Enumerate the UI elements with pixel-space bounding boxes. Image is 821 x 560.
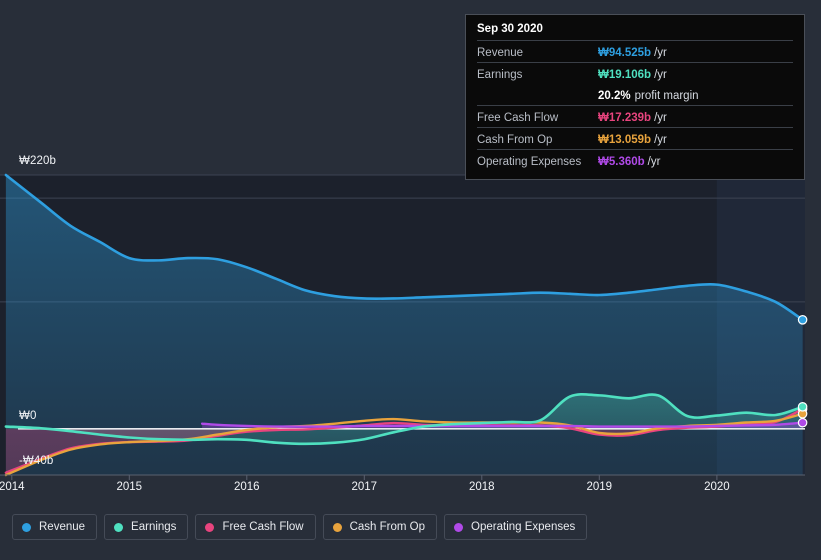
x-axis-label-2014: 2014 bbox=[0, 481, 25, 493]
legend-item-label: Cash From Op bbox=[349, 521, 426, 533]
tooltip-row-label: Cash From Op bbox=[477, 134, 553, 146]
tooltip-row-value-group: ₩5.360b/yr bbox=[598, 152, 660, 170]
legend-item-label: Revenue bbox=[39, 521, 86, 533]
tooltip-row-label: Free Cash Flow bbox=[477, 112, 559, 124]
tooltip-row-unit: /yr bbox=[654, 134, 667, 146]
x-axis-label-2017: 2017 bbox=[351, 481, 378, 493]
tooltip-row-free-cash-flow: Free Cash Flow ₩17.239b/yr bbox=[477, 105, 793, 127]
tooltip-row-revenue: Revenue ₩94.525b/yr bbox=[477, 40, 793, 62]
x-axis-label-2019: 2019 bbox=[586, 481, 613, 493]
legend-color-dot-icon bbox=[332, 522, 342, 532]
tooltip-row-value: 20.2% bbox=[598, 90, 631, 102]
tooltip-row-value-group: 20.2% profit margin bbox=[598, 86, 699, 104]
legend-color-dot-icon bbox=[205, 522, 215, 532]
legend-item-revenue[interactable]: Revenue bbox=[12, 514, 98, 540]
tooltip-row-value-group: ₩13.059b/yr bbox=[598, 130, 667, 148]
tooltip-row-value-group: ₩17.239b/yr bbox=[598, 108, 667, 126]
tooltip-row-value-group: ₩94.525b/yr bbox=[598, 43, 667, 61]
tooltip-row-unit: /yr bbox=[654, 112, 667, 124]
tooltip-row-unit: /yr bbox=[647, 156, 661, 168]
legend-item-free-cash-flow[interactable]: Free Cash Flow bbox=[195, 514, 316, 540]
tooltip-row-cash-from-op: Cash From Op ₩13.059b/yr bbox=[477, 127, 793, 149]
legend-color-dot-icon bbox=[22, 522, 31, 532]
tooltip-row-label: Revenue bbox=[477, 47, 524, 59]
y-axis-label-max: ₩220b bbox=[19, 155, 56, 167]
tooltip-row-label: Operating Expenses bbox=[477, 156, 582, 168]
x-axis-label-2018: 2018 bbox=[469, 481, 495, 493]
tooltip-row-label: Earnings bbox=[477, 69, 523, 81]
tooltip-row-unit: /yr bbox=[654, 47, 667, 59]
legend-item-label: Free Cash Flow bbox=[222, 521, 304, 533]
tooltip-row-unit: profit margin bbox=[634, 90, 699, 102]
tooltip-row-operating-expenses: Operating Expenses ₩5.360b/yr bbox=[477, 149, 793, 171]
stock-financials-chart-widget: ₩220b ₩0 -₩40b 2014 2015 2016 2017 2018 2019 2… bbox=[0, 0, 821, 560]
tooltip-row-value-group: ₩19.106b/yr bbox=[598, 65, 667, 83]
legend-color-dot-icon bbox=[114, 522, 124, 532]
x-axis-label-2020: 2020 bbox=[704, 481, 730, 493]
y-axis-label-zero: ₩0 bbox=[19, 410, 37, 422]
tooltip-row-profit-margin: 20.2% profit margin bbox=[477, 84, 793, 105]
tooltip-row-value: ₩13.059b bbox=[598, 134, 652, 146]
legend-color-dot-icon bbox=[454, 522, 464, 532]
x-axis-label-2016: 2016 bbox=[234, 481, 260, 493]
tooltip-row-value: ₩17.239b bbox=[598, 112, 652, 124]
tooltip-row-value: ₩19.106b bbox=[598, 69, 652, 81]
tooltip-row-value: ₩5.360b bbox=[598, 156, 645, 168]
chart-legend[interactable]: Revenue Earnings Free Cash Flow Cash From O… bbox=[12, 514, 588, 540]
tooltip-row-unit: /yr bbox=[654, 69, 667, 81]
legend-item-label: Operating Expenses bbox=[471, 521, 576, 533]
tooltip-row-value: ₩94.525b bbox=[598, 47, 652, 59]
legend-item-cash-from-op[interactable]: Cash From Op bbox=[322, 514, 438, 540]
legend-item-label: Earnings bbox=[131, 521, 177, 533]
tooltip-rows: Revenue ₩94.525b/yr Earnings ₩19.106b/yr 20.… bbox=[477, 40, 793, 171]
legend-item-operating-expenses[interactable]: Operating Expenses bbox=[444, 514, 588, 540]
tooltip-row-earnings: Earnings ₩19.106b/yr bbox=[477, 62, 793, 84]
data-tooltip: Sep 30 2020 Revenue ₩94.525b/yr Earnings ₩1… bbox=[465, 14, 805, 180]
y-axis-label-min: -₩40b bbox=[19, 455, 54, 467]
legend-item-earnings[interactable]: Earnings bbox=[104, 514, 189, 540]
x-axis-label-2015: 2015 bbox=[116, 481, 143, 493]
tooltip-date: Sep 30 2020 bbox=[477, 23, 543, 35]
